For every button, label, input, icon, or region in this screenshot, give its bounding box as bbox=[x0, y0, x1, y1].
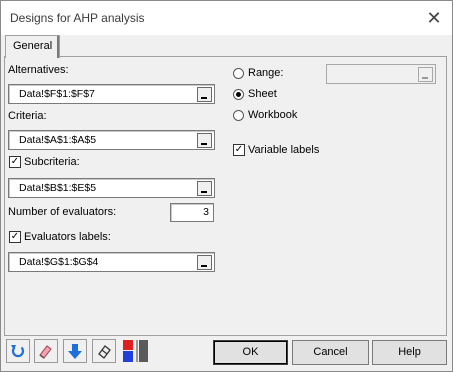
evaluators-label: Number of evaluators: bbox=[8, 206, 117, 218]
evaluators-labels-label: Evaluators labels: bbox=[24, 231, 111, 243]
alternatives-label: Alternatives: bbox=[8, 64, 69, 76]
evaluators-labels-checkbox[interactable]: ✓ bbox=[9, 231, 21, 243]
evaluators-labels-range-select-button[interactable] bbox=[197, 255, 212, 270]
evaluators-count-value: 3 bbox=[203, 206, 209, 218]
subcriteria-range-value: Data!$B$1:$E$5 bbox=[19, 182, 97, 194]
alternatives-range-value: Data!$F$1:$F$7 bbox=[19, 88, 95, 100]
subcriteria-label: Subcriteria: bbox=[24, 156, 80, 168]
down-arrow-button[interactable] bbox=[63, 339, 87, 363]
reset-button[interactable] bbox=[6, 339, 30, 363]
subcriteria-range-select-button[interactable] bbox=[197, 181, 212, 196]
ok-button[interactable]: OK bbox=[213, 340, 288, 365]
reset-icon bbox=[11, 345, 25, 358]
range-radio[interactable] bbox=[233, 68, 244, 79]
sheet-radio-label: Sheet bbox=[248, 88, 277, 100]
tab-general[interactable]: General bbox=[5, 35, 60, 58]
criteria-range-value: Data!$A$1:$A$5 bbox=[19, 134, 97, 146]
help-button[interactable]: Help bbox=[372, 340, 447, 365]
color-bar-icon bbox=[123, 340, 148, 362]
criteria-label: Criteria: bbox=[8, 110, 47, 122]
subcriteria-checkbox[interactable]: ✓ bbox=[9, 156, 21, 168]
evaluators-labels-range-value: Data!$G$1:$G$4 bbox=[19, 256, 99, 268]
clear-icon bbox=[98, 345, 111, 359]
variable-labels-label: Variable labels bbox=[248, 144, 320, 156]
alternatives-range-input[interactable]: Data!$F$1:$F$7 bbox=[8, 84, 215, 104]
cancel-button[interactable]: Cancel bbox=[292, 340, 369, 365]
close-button[interactable]: ✕ bbox=[421, 6, 447, 30]
workbook-radio[interactable] bbox=[233, 110, 244, 121]
sheet-radio[interactable] bbox=[233, 89, 244, 100]
criteria-range-input[interactable]: Data!$A$1:$A$5 bbox=[8, 130, 215, 150]
alternatives-range-select-button[interactable] bbox=[197, 87, 212, 102]
eraser-button[interactable] bbox=[34, 339, 58, 363]
evaluators-labels-range-input[interactable]: Data!$G$1:$G$4 bbox=[8, 252, 215, 272]
evaluators-count-input[interactable]: 3 bbox=[170, 203, 214, 222]
clear-button[interactable] bbox=[92, 339, 116, 363]
color-bar-control[interactable] bbox=[122, 339, 152, 363]
title-bar: Designs for AHP analysis ✕ bbox=[1, 1, 452, 35]
output-range-select-button[interactable] bbox=[418, 67, 433, 82]
tab-general-label: General bbox=[13, 40, 53, 52]
variable-labels-checkbox[interactable]: ✓ bbox=[233, 144, 245, 156]
workbook-radio-label: Workbook bbox=[248, 109, 298, 121]
criteria-range-select-button[interactable] bbox=[197, 133, 212, 148]
subcriteria-range-input[interactable]: Data!$B$1:$E$5 bbox=[8, 178, 215, 198]
down-arrow-icon bbox=[68, 344, 82, 359]
eraser-icon bbox=[39, 345, 52, 359]
general-panel: Alternatives: Data!$F$1:$F$7 Criteria: D… bbox=[4, 56, 447, 336]
range-radio-label: Range: bbox=[248, 67, 284, 79]
window-title: Designs for AHP analysis bbox=[10, 11, 145, 25]
dialog-window: Designs for AHP analysis ✕ General Alter… bbox=[0, 0, 453, 372]
output-range-input[interactable] bbox=[326, 64, 436, 84]
